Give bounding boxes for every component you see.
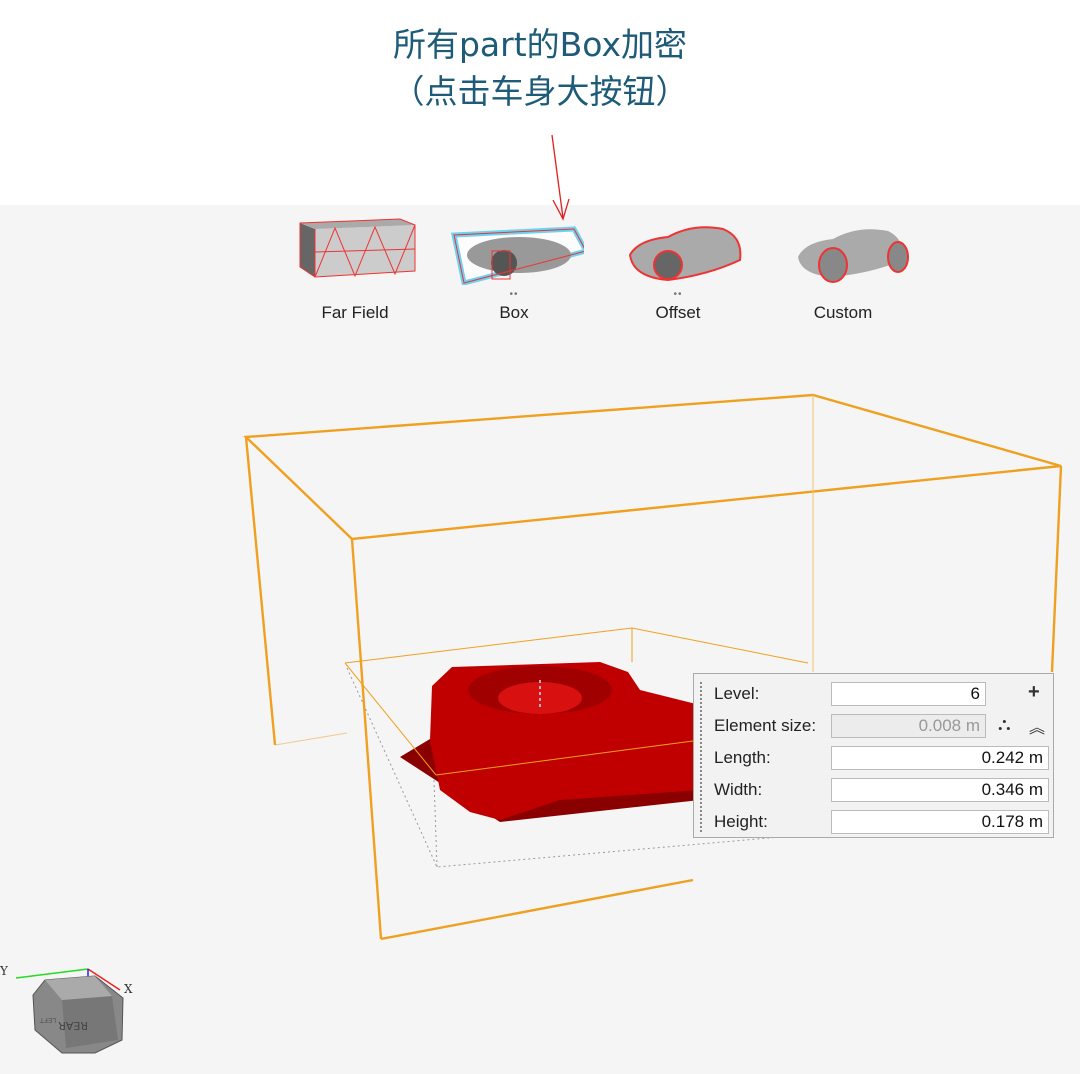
- more-dots: ••: [509, 289, 519, 300]
- refinement-box[interactable]: [243, 393, 1063, 941]
- double-chevron-up-icon[interactable]: ︽: [1029, 714, 1045, 738]
- height-input[interactable]: 0.178 m: [831, 810, 1049, 834]
- view-cube-left-label: LEFT: [39, 1016, 56, 1024]
- tool-label: Custom: [813, 303, 873, 322]
- more-dots: ••: [673, 289, 683, 300]
- level-input[interactable]: 6: [831, 682, 986, 706]
- tripod-icon[interactable]: ⛬: [998, 714, 1011, 735]
- axis-y-label: Y: [0, 964, 9, 978]
- annotation-arrow: [551, 134, 570, 221]
- tool-label: Far Field: [321, 303, 389, 322]
- length-input[interactable]: 0.242 m: [831, 746, 1049, 770]
- view-cube-rear-label: REAR: [58, 1019, 88, 1032]
- drag-handle[interactable]: [700, 682, 702, 832]
- length-label: Length:: [714, 748, 771, 767]
- width-input[interactable]: 0.346 m: [831, 778, 1049, 802]
- tool-label: Offset: [655, 303, 701, 322]
- width-label: Width:: [714, 780, 763, 799]
- level-label: Level:: [714, 684, 760, 703]
- element-size-input[interactable]: 0.008 m: [831, 714, 986, 738]
- box-settings-panel: Level: 6 + Element size: 0.008 m ⛬ ︽ Len…: [693, 673, 1054, 838]
- height-label: Height:: [714, 812, 768, 831]
- element-size-label: Element size:: [714, 716, 817, 735]
- view-cube[interactable]: REAR LEFT Y X: [0, 964, 133, 1054]
- plus-icon[interactable]: +: [1028, 681, 1040, 704]
- tool-label: Box: [499, 303, 529, 322]
- axis-x-label: X: [124, 982, 133, 996]
- red-part[interactable]: [400, 662, 700, 822]
